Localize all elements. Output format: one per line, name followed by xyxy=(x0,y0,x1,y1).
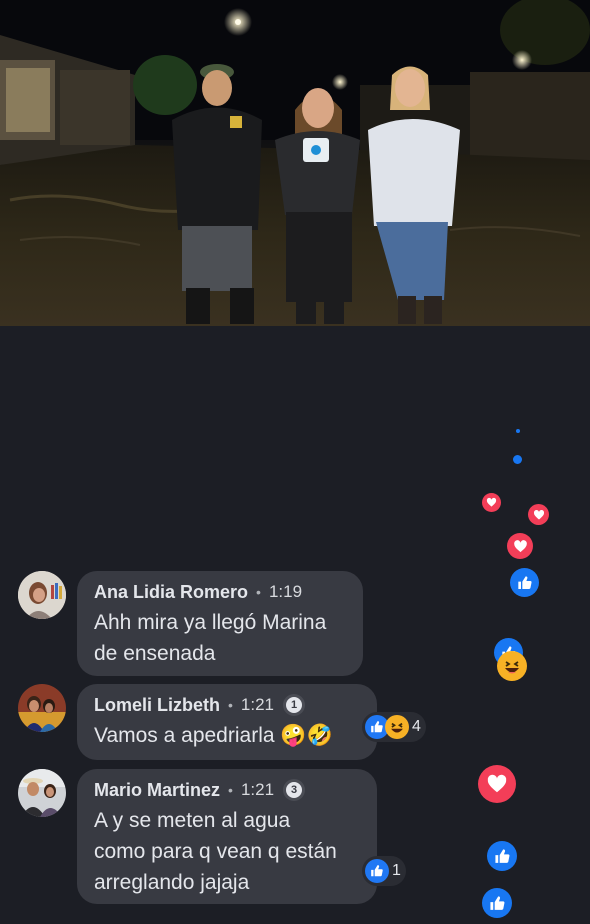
reaction-dot xyxy=(516,429,520,433)
reaction-count: 1 xyxy=(392,862,401,879)
avatar[interactable] xyxy=(18,769,66,817)
separator-dot: • xyxy=(228,697,233,713)
like-icon xyxy=(510,568,539,597)
commenter-name[interactable]: Mario Martinez xyxy=(94,780,220,801)
commenter-name[interactable]: Lomeli Lizbeth xyxy=(94,695,220,716)
comment-bubble[interactable]: Ana Lidia Romero • 1:19 Ahh mira ya lleg… xyxy=(77,571,363,676)
live-video[interactable] xyxy=(0,0,590,326)
comment-text: Vamos a apedriarla 🤪🤣 xyxy=(94,724,333,747)
reaction-dot xyxy=(513,455,522,464)
heart-icon xyxy=(482,493,501,512)
comment-reactions[interactable]: 1 xyxy=(362,856,406,886)
avatar[interactable] xyxy=(18,684,66,732)
separator-dot: • xyxy=(228,782,233,798)
comment-bubble[interactable]: Lomeli Lizbeth • 1:21 1 Vamos a apedriar… xyxy=(77,684,377,760)
comment-reactions[interactable]: 4 xyxy=(362,712,426,742)
heart-icon xyxy=(478,765,516,803)
separator-dot: • xyxy=(256,584,261,600)
heart-icon xyxy=(507,533,533,559)
haha-icon xyxy=(497,651,527,681)
comment-timestamp[interactable]: 1:21 xyxy=(241,695,274,715)
like-icon xyxy=(365,859,389,883)
comment-text: Ahh mira ya llegó Marina de ensenada xyxy=(94,611,327,665)
badge-icon: 1 xyxy=(286,697,302,713)
like-icon xyxy=(482,888,512,918)
comment-timestamp[interactable]: 1:19 xyxy=(269,582,302,602)
comment-bubble[interactable]: Mario Martinez • 1:21 3 A y se meten al … xyxy=(77,769,377,904)
commenter-name[interactable]: Ana Lidia Romero xyxy=(94,582,248,603)
comment-timestamp[interactable]: 1:21 xyxy=(241,780,274,800)
reaction-count: 4 xyxy=(412,718,421,735)
badge-icon: 3 xyxy=(286,782,303,798)
comment-text: A y se meten al agua como para q vean q … xyxy=(94,809,337,894)
video-frame xyxy=(0,0,590,326)
like-icon xyxy=(487,841,517,871)
haha-icon xyxy=(385,715,409,739)
heart-icon xyxy=(528,504,549,525)
avatar[interactable] xyxy=(18,571,66,619)
